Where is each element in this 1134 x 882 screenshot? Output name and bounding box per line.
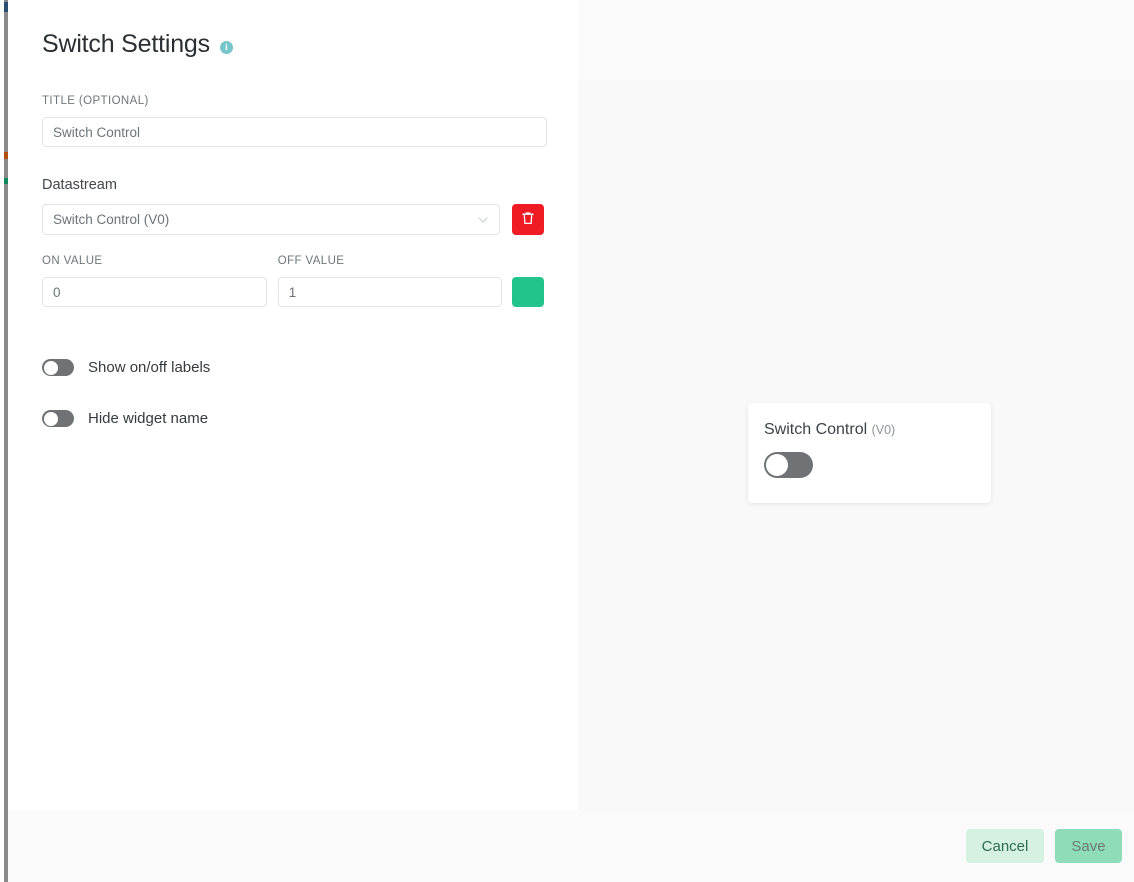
off-value-input[interactable]	[277, 277, 503, 307]
left-edge-strip	[0, 0, 8, 882]
hide-widget-name-label: Hide widget name	[88, 410, 209, 427]
preview-widget-name: Switch Control	[764, 421, 868, 438]
show-on-off-labels-toggle[interactable]	[42, 359, 74, 376]
page-title-row: Switch Settings i	[42, 0, 544, 59]
title-input[interactable]	[42, 117, 547, 147]
datastream-row: Switch Control (V0)	[42, 204, 544, 235]
page-title: Switch Settings	[42, 30, 210, 58]
left-edge-strip-inner	[0, 0, 4, 882]
on-value-label: ON VALUE	[42, 255, 103, 267]
cancel-button[interactable]: Cancel	[966, 829, 1044, 863]
datastream-select[interactable]: Switch Control (V0)	[42, 204, 501, 235]
hide-widget-name-toggle[interactable]	[42, 410, 74, 427]
hide-widget-name-toggle-row: Hide widget name	[42, 410, 544, 427]
datastream-group: Datastream Switch Control (V0) ON VALUE …	[42, 177, 545, 307]
preview-widget-card[interactable]: Switch Control (V0)	[748, 403, 991, 503]
show-labels-toggle-row: Show on/off labels	[42, 359, 544, 376]
preview-switch-toggle[interactable]	[764, 452, 813, 478]
datastream-selected-value: Switch Control (V0)	[53, 212, 170, 227]
on-value-group: ON VALUE	[42, 255, 267, 307]
delete-datastream-button[interactable]	[512, 204, 544, 235]
settings-panel: Switch Settings i TITLE (OPTIONAL) Datas…	[8, 0, 578, 810]
toggle-knob	[43, 411, 58, 426]
title-field-label: TITLE (OPTIONAL)	[42, 95, 149, 107]
preview-switch-knob	[766, 454, 788, 476]
title-field-group: TITLE (OPTIONAL)	[42, 95, 547, 147]
color-swatch[interactable]	[512, 277, 545, 307]
save-button[interactable]: Save	[1055, 829, 1122, 863]
trash-icon	[521, 211, 535, 229]
off-value-group: OFF VALUE	[277, 255, 503, 307]
dialog-footer: Cancel Save	[8, 810, 1134, 882]
show-on-off-labels-label: Show on/off labels	[88, 359, 211, 376]
datastream-select-wrap: Switch Control (V0)	[42, 204, 501, 235]
on-value-input[interactable]	[42, 277, 267, 307]
widget-preview-panel: Switch Control (V0)	[578, 79, 1134, 810]
datastream-label: Datastream	[42, 177, 117, 193]
preview-widget-pin: (V0)	[871, 423, 896, 437]
chevron-down-icon	[478, 215, 488, 225]
toggle-knob	[43, 360, 58, 375]
off-value-label: OFF VALUE	[277, 255, 345, 267]
preview-widget-title: Switch Control (V0)	[764, 421, 975, 439]
on-off-values-row: ON VALUE OFF VALUE	[42, 255, 545, 307]
switch-settings-screen: Switch Settings i TITLE (OPTIONAL) Datas…	[0, 0, 1134, 882]
info-icon[interactable]: i	[219, 41, 233, 54]
